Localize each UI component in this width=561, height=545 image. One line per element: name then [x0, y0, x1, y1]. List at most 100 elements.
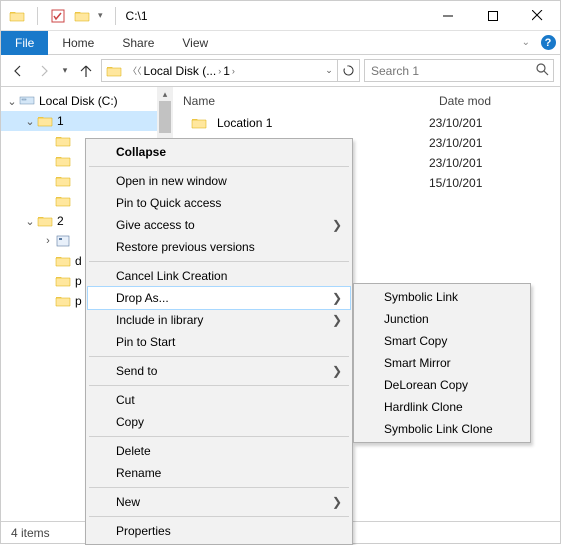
- tree-item-root[interactable]: ⌄ Local Disk (C:): [1, 91, 173, 111]
- folder-icon: [55, 234, 71, 248]
- menu-label: DeLorean Copy: [384, 378, 468, 392]
- chevron-right-icon[interactable]: ›: [216, 66, 223, 76]
- menu-separator: [89, 166, 349, 167]
- file-date: 23/10/201: [429, 116, 482, 130]
- menu-item[interactable]: DeLorean Copy: [356, 374, 528, 396]
- menu-item[interactable]: Collapse: [88, 141, 350, 163]
- scroll-up-icon[interactable]: ▴: [157, 87, 173, 101]
- file-tab[interactable]: File: [1, 31, 48, 55]
- submenu-arrow-icon: ❯: [332, 218, 342, 232]
- menu-label: Properties: [116, 524, 171, 538]
- search-icon[interactable]: [535, 62, 549, 79]
- list-item[interactable]: Location 123/10/201: [173, 113, 560, 133]
- menu-label: Copy: [116, 415, 144, 429]
- chevron-right-icon[interactable]: 〈〈: [126, 64, 144, 77]
- properties-qat-icon[interactable]: [50, 8, 66, 24]
- tab-home[interactable]: Home: [48, 31, 108, 55]
- submenu-arrow-icon: ❯: [332, 291, 342, 305]
- menu-item[interactable]: Hardlink Clone: [356, 396, 528, 418]
- menu-label: Smart Mirror: [384, 356, 451, 370]
- breadcrumb-segment[interactable]: Local Disk (...: [144, 64, 217, 78]
- breadcrumb[interactable]: 〈〈 Local Disk (... › 1 › ⌄: [101, 59, 360, 82]
- menu-separator: [89, 436, 349, 437]
- menu-item[interactable]: Smart Mirror: [356, 352, 528, 374]
- folder-icon: [55, 134, 71, 148]
- menu-item[interactable]: Restore previous versions: [88, 236, 350, 258]
- menu-label: Cut: [116, 393, 135, 407]
- expand-icon[interactable]: ⌄: [23, 115, 37, 128]
- menu-label: Restore previous versions: [116, 240, 255, 254]
- close-button[interactable]: [515, 1, 560, 31]
- menu-item[interactable]: Pin to Start: [88, 331, 350, 353]
- ribbon-collapse-icon[interactable]: ⌄: [516, 37, 536, 48]
- folder-icon: [55, 254, 71, 268]
- chevron-right-icon[interactable]: ›: [230, 66, 237, 76]
- ribbon: File Home Share View ⌄ ?: [1, 31, 560, 55]
- column-name[interactable]: Name: [173, 94, 429, 108]
- collapse-icon[interactable]: ⌄: [5, 95, 19, 108]
- window-title: C:\1: [120, 9, 148, 23]
- menu-item[interactable]: Smart Copy: [356, 330, 528, 352]
- breadcrumb-dropdown-icon[interactable]: ⌄: [321, 65, 337, 76]
- maximize-button[interactable]: [470, 1, 515, 31]
- submenu-arrow-icon: ❯: [332, 495, 342, 509]
- menu-item[interactable]: New❯: [88, 491, 350, 513]
- search-input[interactable]: [364, 59, 554, 82]
- help-button[interactable]: ?: [536, 35, 560, 50]
- forward-button[interactable]: [33, 60, 55, 82]
- menu-separator: [89, 356, 349, 357]
- back-button[interactable]: [7, 60, 29, 82]
- history-dropdown-icon[interactable]: ▾: [59, 60, 71, 82]
- menu-item[interactable]: Junction: [356, 308, 528, 330]
- column-date[interactable]: Date mod: [429, 94, 560, 108]
- menu-item[interactable]: Drop As... ❯: [88, 287, 350, 309]
- menu-item[interactable]: Copy: [88, 411, 350, 433]
- submenu-arrow-icon: ❯: [332, 313, 342, 327]
- minimize-button[interactable]: [425, 1, 470, 31]
- titlebar: ▾ C:\1: [1, 1, 560, 31]
- menu-label: Symbolic Link Clone: [384, 422, 493, 436]
- tree-label: 2: [57, 214, 64, 228]
- tab-share[interactable]: Share: [108, 31, 168, 55]
- menu-label: Pin to Quick access: [116, 196, 221, 210]
- status-text: 4 items: [11, 526, 50, 540]
- new-folder-qat-icon[interactable]: [74, 8, 90, 24]
- menu-label: Cancel Link Creation: [116, 269, 227, 283]
- submenu-drop-as: Symbolic LinkJunction Smart Copy Smart Mir…: [353, 283, 531, 443]
- menu-item[interactable]: Send to❯: [88, 360, 350, 382]
- menu-item[interactable]: Open in new window: [88, 170, 350, 192]
- menu-item[interactable]: Properties: [88, 520, 350, 542]
- menu-item[interactable]: Include in library ❯: [88, 309, 350, 331]
- file-date: 23/10/201: [429, 136, 482, 150]
- breadcrumb-segment[interactable]: 1: [223, 64, 230, 78]
- tree-label: Local Disk (C:): [39, 94, 118, 108]
- menu-item[interactable]: Cut: [88, 389, 350, 411]
- up-button[interactable]: [75, 60, 97, 82]
- menu-item[interactable]: Delete: [88, 440, 350, 462]
- expand-icon[interactable]: ⌄: [23, 215, 37, 228]
- menu-item[interactable]: Pin to Quick access: [88, 192, 350, 214]
- folder-icon: [37, 114, 53, 128]
- folder-icon: [55, 294, 71, 308]
- tree-label: 1: [57, 114, 64, 128]
- menu-item[interactable]: Symbolic Link: [356, 286, 528, 308]
- menu-item[interactable]: Symbolic Link Clone: [356, 418, 528, 440]
- menu-label: Include in library: [116, 313, 203, 327]
- menu-item[interactable]: Rename: [88, 462, 350, 484]
- menu-label: Collapse: [116, 145, 166, 159]
- expand-icon[interactable]: ›: [41, 235, 55, 247]
- list-header[interactable]: Name Date mod: [173, 89, 560, 113]
- tree-item[interactable]: ⌄1: [1, 111, 173, 131]
- menu-label: Drop As...: [116, 291, 169, 305]
- menu-label: Smart Copy: [384, 334, 447, 348]
- qat-dropdown-icon[interactable]: ▾: [98, 10, 103, 21]
- search-field[interactable]: [369, 63, 535, 79]
- menu-label: Delete: [116, 444, 151, 458]
- tab-view[interactable]: View: [168, 31, 222, 55]
- menu-item[interactable]: Cancel Link Creation: [88, 265, 350, 287]
- menu-item[interactable]: Give access to❯: [88, 214, 350, 236]
- tree-label: p: [75, 294, 82, 308]
- scroll-thumb[interactable]: [159, 101, 171, 133]
- refresh-button[interactable]: [337, 60, 359, 81]
- menu-separator: [89, 261, 349, 262]
